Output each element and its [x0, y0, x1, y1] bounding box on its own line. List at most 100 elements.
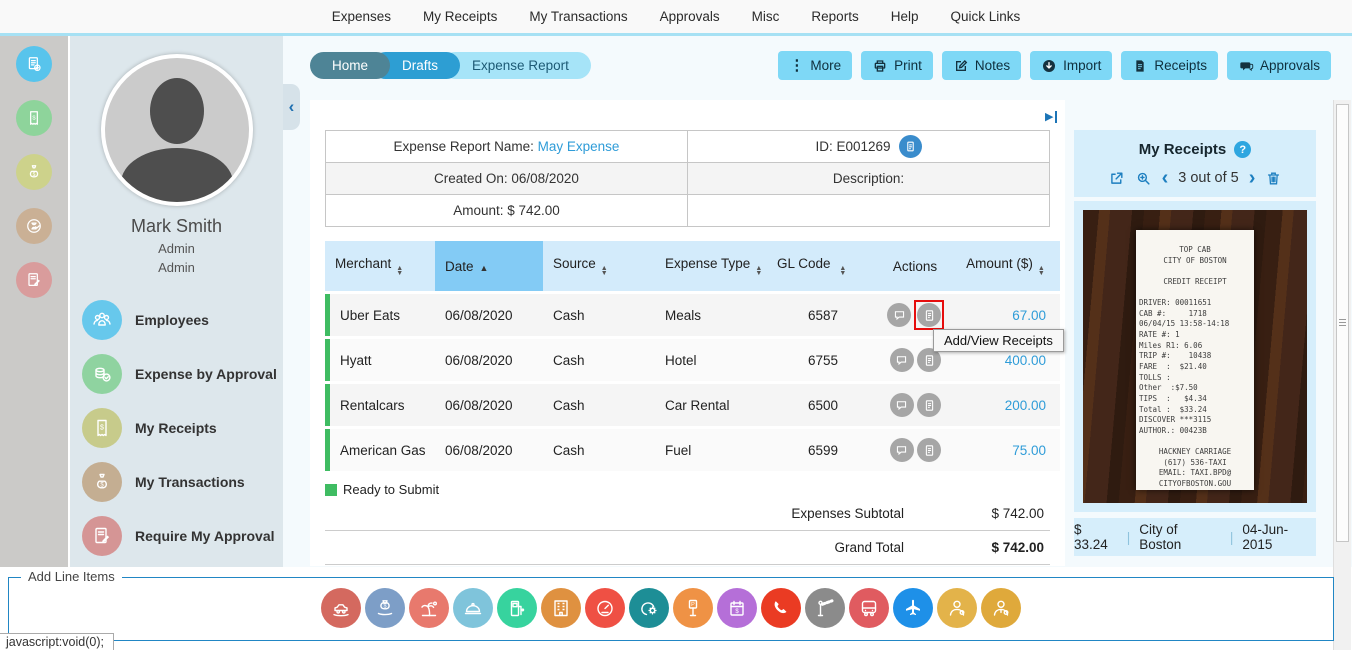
comments-icon[interactable] — [890, 438, 914, 462]
receipt-photo[interactable]: TOP CABCITY OF BOSTON CREDIT RECEIPT DRI… — [1083, 210, 1307, 503]
merchant-link[interactable]: Uber Eats — [325, 294, 435, 336]
gl-code-link[interactable]: 6599 — [767, 429, 879, 471]
nav-expenses[interactable]: Expenses — [332, 9, 391, 24]
nav-my-receipts[interactable]: My Receipts — [423, 9, 497, 24]
employee-icon[interactable] — [937, 588, 977, 628]
sidebar-item-require-my-approval[interactable]: Require My Approval — [70, 509, 283, 563]
nav-reports[interactable]: Reports — [811, 9, 858, 24]
money-bag-icon[interactable]: $ — [16, 154, 52, 190]
nav-my-transactions[interactable]: My Transactions — [529, 9, 627, 24]
table-row: American Gas 06/08/2020 Cash Fuel 6599 7… — [325, 429, 1060, 471]
col-header-actions: Actions — [879, 241, 952, 291]
scrollbar-thumb[interactable] — [1336, 104, 1349, 542]
breadcrumb: Home Drafts Expense Report — [310, 52, 591, 79]
nav-help[interactable]: Help — [891, 9, 919, 24]
col-header-merchant[interactable]: Merchant▲▼ — [325, 241, 435, 291]
merchant-link[interactable]: Hyatt — [325, 339, 435, 381]
notes-button[interactable]: Notes — [942, 51, 1021, 80]
add-line-items-legend: Add Line Items — [21, 569, 122, 584]
vacation-icon[interactable] — [409, 588, 449, 628]
date-link[interactable]: 06/08/2020 — [435, 384, 543, 426]
copy-report-icon[interactable] — [899, 135, 922, 158]
coins-check-icon — [82, 354, 122, 394]
report-name-link[interactable]: May Expense — [538, 139, 620, 154]
hotel-icon[interactable] — [541, 588, 581, 628]
amount-link[interactable]: 75.00 — [952, 429, 1060, 471]
import-button[interactable]: Import — [1030, 51, 1112, 80]
receipts-button[interactable]: Receipts — [1121, 51, 1218, 80]
help-icon[interactable]: ? — [1234, 141, 1251, 158]
sidebar-collapse-chevron-icon[interactable]: ‹ — [283, 84, 300, 130]
sidebar-item-expense-by-approval[interactable]: Expense by Approval — [70, 347, 283, 401]
hourglass-check-icon[interactable] — [16, 208, 52, 244]
nav-approvals[interactable]: Approvals — [660, 9, 720, 24]
print-button[interactable]: Print — [861, 51, 933, 80]
vertical-scrollbar[interactable] — [1333, 100, 1351, 650]
date-link[interactable]: 06/08/2020 — [435, 429, 543, 471]
employees-icon — [82, 300, 122, 340]
sidebar-item-label: My Receipts — [135, 420, 217, 436]
col-header-date[interactable]: Date▲ — [435, 241, 543, 291]
merchant-link[interactable]: Rentalcars — [325, 384, 435, 426]
gl-code-link[interactable]: 6587 — [767, 294, 879, 336]
receipt-amount: $ 33.24 — [1074, 522, 1118, 552]
approvals-button[interactable]: Approvals — [1227, 51, 1331, 80]
col-header-expense-type[interactable]: Expense Type▲▼ — [655, 241, 767, 291]
meals-icon[interactable] — [453, 588, 493, 628]
amount-link[interactable]: 200.00 — [952, 384, 1060, 426]
mileage-icon[interactable] — [585, 588, 625, 628]
expense-type-link[interactable]: Hotel — [655, 339, 767, 381]
date-link[interactable]: 06/08/2020 — [435, 339, 543, 381]
col-header-source[interactable]: Source▲▼ — [543, 241, 655, 291]
collapse-panel-icon[interactable]: ▶ — [1045, 110, 1057, 123]
expense-type-link[interactable]: Fuel — [655, 429, 767, 471]
parking-icon[interactable]: P — [673, 588, 713, 628]
gl-code-link[interactable]: 6500 — [767, 384, 879, 426]
phone-icon[interactable] — [761, 588, 801, 628]
car-rental-icon[interactable] — [321, 588, 361, 628]
fuel-icon[interactable] — [497, 588, 537, 628]
comments-icon[interactable] — [887, 303, 911, 327]
document-edit-icon[interactable] — [16, 262, 52, 298]
receipt-photo-frame: TOP CABCITY OF BOSTON CREDIT RECEIPT DRI… — [1074, 201, 1316, 512]
sidebar-item-my-receipts[interactable]: $ My Receipts — [70, 401, 283, 455]
previous-receipt-icon[interactable]: ‹ — [1162, 168, 1169, 188]
expense-type-link[interactable]: Meals — [655, 294, 767, 336]
toll-icon[interactable] — [805, 588, 845, 628]
add-view-receipts-icon[interactable] — [917, 303, 941, 327]
bus-icon[interactable] — [849, 588, 889, 628]
sort-icon: ▲▼ — [396, 266, 403, 276]
breadcrumb-expense-report[interactable]: Expense Report — [442, 52, 591, 79]
comments-icon[interactable] — [890, 393, 914, 417]
col-header-gl-code[interactable]: GL Code ▲▼ — [767, 241, 879, 291]
merchant-link[interactable]: American Gas — [325, 429, 435, 471]
nav-quick-links[interactable]: Quick Links — [950, 9, 1020, 24]
svg-text:$: $ — [383, 604, 386, 610]
more-button[interactable]: ⋮More — [778, 51, 852, 80]
sidebar-item-employees[interactable]: Employees — [70, 293, 283, 347]
col-header-amount[interactable]: Amount ($)▲▼ — [952, 241, 1060, 291]
add-view-receipts-icon[interactable] — [917, 438, 941, 462]
svg-text:$: $ — [100, 425, 104, 432]
expense-type-link[interactable]: Car Rental — [655, 384, 767, 426]
gl-code-link[interactable]: 6755 — [767, 339, 879, 381]
sidebar-item-my-transactions[interactable]: $ My Transactions — [70, 455, 283, 509]
payroll-icon[interactable]: $ — [717, 588, 757, 628]
nav-misc[interactable]: Misc — [752, 9, 780, 24]
date-link[interactable]: 06/08/2020 — [435, 294, 543, 336]
airfare-icon[interactable] — [893, 588, 933, 628]
empty-cell — [688, 195, 1050, 227]
comments-icon[interactable] — [890, 348, 914, 372]
receipt-dollar-icon[interactable]: $ — [16, 100, 52, 136]
open-external-icon[interactable] — [1108, 170, 1125, 187]
add-view-receipts-icon[interactable] — [917, 393, 941, 417]
breadcrumb-home[interactable]: Home — [310, 52, 390, 79]
delete-receipt-icon[interactable] — [1265, 170, 1282, 187]
zoom-in-icon[interactable] — [1135, 170, 1152, 187]
document-plus-icon[interactable] — [16, 46, 52, 82]
contractor-icon[interactable] — [981, 588, 1021, 628]
report-toolbar: ⋮More Print Notes Import Receipts Approv… — [778, 51, 1331, 80]
next-receipt-icon[interactable]: › — [1249, 168, 1256, 188]
cash-advance-icon[interactable]: $ — [365, 588, 405, 628]
training-icon[interactable] — [629, 588, 669, 628]
